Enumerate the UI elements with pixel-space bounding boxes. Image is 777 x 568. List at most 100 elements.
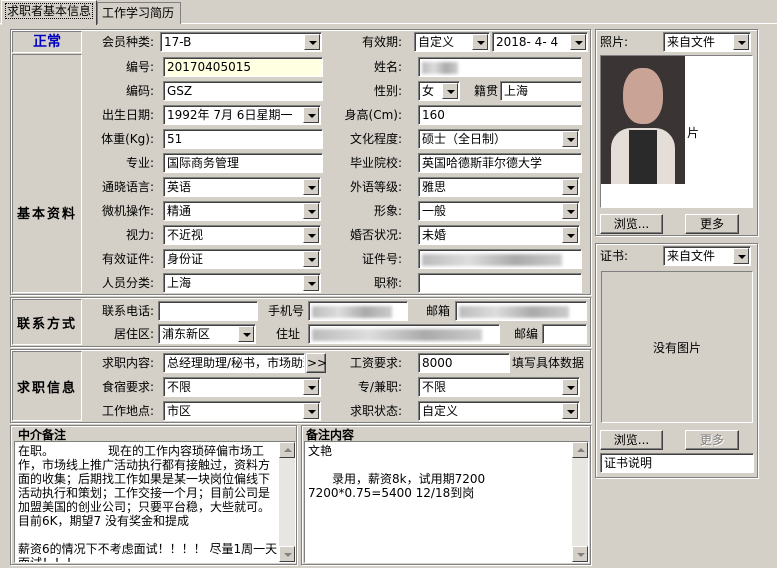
scroll-up-icon[interactable] <box>572 442 588 458</box>
chevron-down-icon[interactable] <box>304 34 320 50</box>
image-select[interactable]: 一般 <box>418 201 580 221</box>
chevron-down-icon[interactable] <box>733 248 749 264</box>
tab-work-history[interactable]: 工作学习简历 <box>97 2 181 24</box>
mobile-input[interactable] <box>308 301 408 321</box>
education-value: 硕士（全日制） <box>422 132 507 146</box>
chevron-down-icon[interactable] <box>442 83 458 99</box>
major-input[interactable]: 国际商务管理 <box>163 153 323 173</box>
lang-level-label: 外语等级: <box>349 180 402 194</box>
member-type-select[interactable]: 17-B <box>160 32 322 52</box>
chevron-down-icon[interactable] <box>562 179 578 195</box>
language-value: 英语 <box>167 180 192 194</box>
address-input[interactable] <box>308 324 500 344</box>
name-label: 姓名: <box>373 60 402 74</box>
postcode-label: 邮编 <box>513 327 538 341</box>
chevron-down-icon[interactable] <box>303 107 319 123</box>
name-redacted <box>422 61 458 74</box>
height-input[interactable]: 160 <box>418 105 582 125</box>
photo-browse-button[interactable]: 浏览... <box>600 214 663 234</box>
school-input[interactable]: 英国哈德斯菲尔德大学 <box>418 153 582 173</box>
education-label: 文化程度: <box>349 132 402 146</box>
chevron-down-icon[interactable] <box>303 251 319 267</box>
category-select[interactable]: 上海 <box>163 273 321 293</box>
id-type-select[interactable]: 身份证 <box>163 249 321 269</box>
chevron-down-icon[interactable] <box>562 379 578 395</box>
title-input[interactable] <box>418 273 582 293</box>
email-redacted <box>459 305 569 318</box>
agent-notes-memo[interactable]: 在职。 现在的工作内容琐碎偏市场工作，市场线上推广活动执行都有接触过，资料方面的… <box>14 441 296 563</box>
code-label: 编码: <box>125 84 154 98</box>
chevron-down-icon[interactable] <box>562 131 578 147</box>
certificate-description-input[interactable]: 证书说明 <box>600 453 754 473</box>
job-status-select[interactable]: 自定义 <box>418 401 580 421</box>
postcode-input[interactable] <box>542 324 587 344</box>
work-place-value: 市区 <box>167 404 192 418</box>
birth-date-picker[interactable]: 1992年 7月 6日星期一 <box>163 105 321 125</box>
agent-notes-scrollbar[interactable] <box>279 442 295 562</box>
id-type-label: 有效证件: <box>101 252 154 266</box>
computer-select[interactable]: 精通 <box>163 201 321 221</box>
native-input[interactable]: 上海 <box>500 81 582 101</box>
language-select[interactable]: 英语 <box>163 177 321 197</box>
work-place-select[interactable]: 市区 <box>163 401 321 421</box>
weight-label: 体重(Kg): <box>101 132 154 146</box>
chevron-down-icon[interactable] <box>562 227 578 243</box>
category-label: 人员分类: <box>101 276 154 290</box>
chevron-down-icon[interactable] <box>562 403 578 419</box>
chevron-down-icon[interactable] <box>303 275 319 291</box>
certificate-browse-button[interactable]: 浏览... <box>600 430 663 450</box>
phone-label: 联系电话: <box>101 304 154 318</box>
fulltime-select[interactable]: 不限 <box>418 377 580 397</box>
marital-select[interactable]: 未婚 <box>418 225 580 245</box>
id-no-input[interactable] <box>418 249 582 269</box>
chevron-down-icon[interactable] <box>562 203 578 219</box>
chevron-down-icon[interactable] <box>303 179 319 195</box>
scroll-down-icon[interactable] <box>279 546 295 562</box>
lang-level-select[interactable]: 雅思 <box>418 177 580 197</box>
education-select[interactable]: 硕士（全日制） <box>418 129 580 149</box>
height-label: 身高(Cm): <box>344 108 402 122</box>
chevron-down-icon[interactable] <box>472 34 488 50</box>
job-content-input[interactable]: 总经理助理/秘书，市场助理 <box>163 353 305 373</box>
birth-label: 出生日期: <box>101 108 154 122</box>
gender-select[interactable]: 女 <box>418 81 460 101</box>
vision-select[interactable]: 不近视 <box>163 225 321 245</box>
marital-label: 婚否状况: <box>349 228 402 242</box>
tab-basic-info[interactable]: 求职者基本信息 <box>1 0 97 25</box>
remark-memo[interactable]: 文艳 录用，薪资8k，试用期7200 7200*0.75=5400 12/18到… <box>304 441 589 563</box>
chevron-down-icon[interactable] <box>570 34 586 50</box>
name-input[interactable] <box>418 57 582 77</box>
certificate-source-select[interactable]: 来自文件 <box>663 246 751 266</box>
salary-input[interactable]: 8000 <box>418 353 510 373</box>
chevron-down-icon[interactable] <box>303 203 319 219</box>
chevron-down-icon[interactable] <box>303 403 319 419</box>
number-input[interactable]: 20170405015 <box>163 57 323 77</box>
code-input[interactable]: GSZ <box>163 81 323 101</box>
photo-more-button[interactable]: 更多 <box>685 214 739 234</box>
meals-select[interactable]: 不限 <box>163 377 321 397</box>
scroll-up-icon[interactable] <box>279 442 295 458</box>
native-label: 籍贯 <box>473 84 498 98</box>
remark-scrollbar[interactable] <box>572 442 588 562</box>
fulltime-label: 专/兼职: <box>357 380 402 394</box>
email-input[interactable] <box>455 301 587 321</box>
district-select[interactable]: 浦东新区 <box>158 324 256 344</box>
chevron-down-icon[interactable] <box>238 326 254 342</box>
validity-type-select[interactable]: 自定义 <box>414 32 490 52</box>
job-content-label: 求职内容: <box>101 356 154 370</box>
tab-basic-info-label: 求职者基本信息 <box>4 3 94 19</box>
photo-source-select[interactable]: 来自文件 <box>663 32 751 52</box>
remark-text: 文艳 录用，薪资8k，试用期7200 7200*0.75=5400 12/18到… <box>308 444 486 500</box>
chevron-down-icon[interactable] <box>733 34 749 50</box>
validity-date-picker[interactable]: 2018- 4- 4 <box>492 32 588 52</box>
phone-input[interactable] <box>158 301 258 321</box>
weight-input[interactable]: 51 <box>163 129 323 149</box>
chevron-down-icon[interactable] <box>303 227 319 243</box>
address-redacted <box>312 328 482 341</box>
chevron-down-icon[interactable] <box>303 379 319 395</box>
photo-source-value: 来自文件 <box>667 35 716 49</box>
job-content-more-button[interactable]: >> <box>306 353 327 373</box>
certificate-more-button[interactable]: 更多 <box>685 430 739 450</box>
scroll-down-icon[interactable] <box>572 546 588 562</box>
validity-type-value: 自定义 <box>418 35 455 49</box>
